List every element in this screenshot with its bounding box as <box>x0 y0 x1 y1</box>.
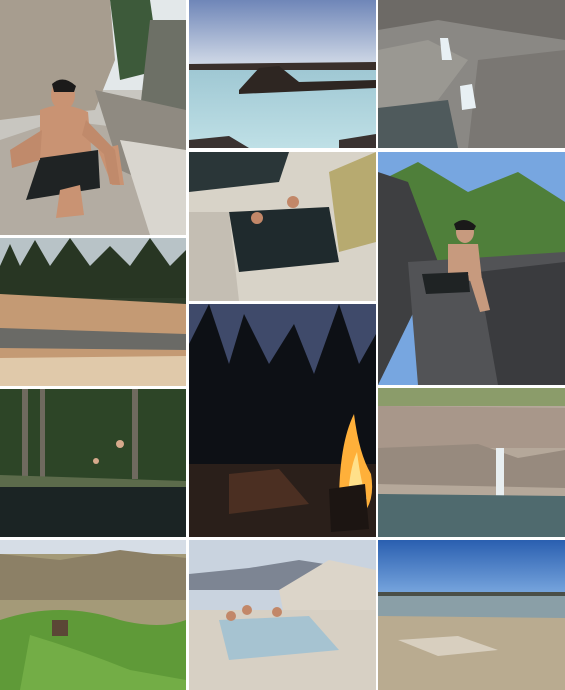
photo-lake-dusk[interactable] <box>189 0 376 148</box>
photo-man-crouching-rock-image <box>378 152 565 385</box>
photo-waterfall[interactable] <box>378 388 565 537</box>
photo-white-rock-pool[interactable] <box>189 152 376 301</box>
photo-forest-pond[interactable] <box>0 389 186 537</box>
photo-dry-lakebed[interactable] <box>378 540 565 690</box>
photo-lake-dusk-image <box>189 0 376 148</box>
photo-travertine-pool-image <box>189 540 376 690</box>
photo-river-slabs-image <box>0 238 186 386</box>
photo-granite-cascade-image <box>378 0 565 148</box>
photo-man-sitting-on-rock[interactable] <box>0 0 186 235</box>
photo-green-hillside-spring-image <box>0 540 186 690</box>
photo-travertine-pool[interactable] <box>189 540 376 690</box>
photo-waterfall-image <box>378 388 565 537</box>
photo-granite-cascade[interactable] <box>378 0 565 148</box>
photo-man-sitting-on-rock-image <box>0 0 186 235</box>
photo-man-crouching-rock[interactable] <box>378 152 565 385</box>
photo-river-slabs[interactable] <box>0 238 186 386</box>
photo-campfire-night[interactable] <box>189 304 376 537</box>
photo-campfire-night-image <box>189 304 376 537</box>
photo-dry-lakebed-image <box>378 540 565 690</box>
photo-forest-pond-image <box>0 389 186 537</box>
photo-green-hillside-spring[interactable] <box>0 540 186 690</box>
photo-white-rock-pool-image <box>189 152 376 301</box>
